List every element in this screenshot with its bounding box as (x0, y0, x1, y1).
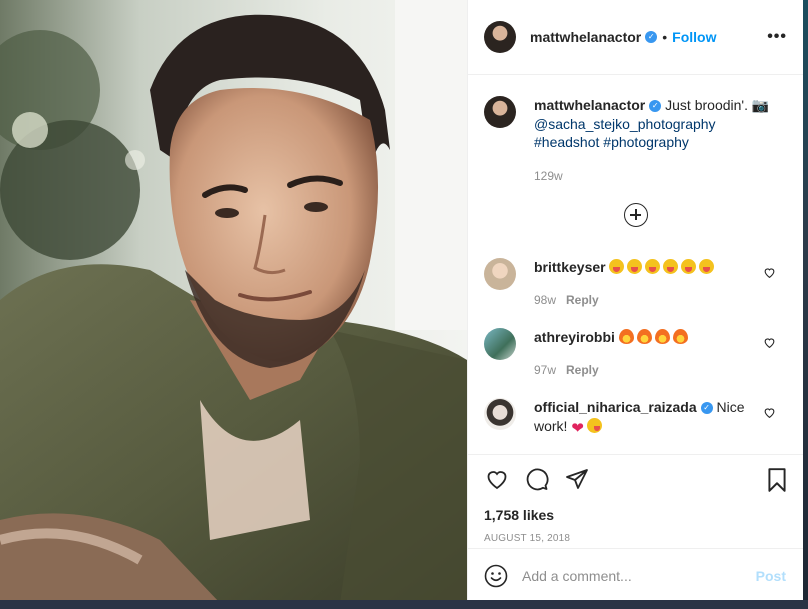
post-caption: mattwhelanactor ✓ Just broodin'. 📷 @sacha… (468, 76, 804, 185)
portrait-image (0, 0, 467, 603)
fire-emoji (618, 329, 634, 344)
tongue-emoji (609, 259, 625, 274)
post-header: mattwhelanactor ✓ • Follow ••• (468, 0, 803, 75)
post-comment-button[interactable]: Post (756, 568, 786, 584)
comment-item: brittkeyser 98w Reply (468, 258, 804, 309)
post-date[interactable]: AUGUST 15, 2018 (484, 533, 788, 544)
background-backdrop-edge (803, 0, 808, 609)
comment-like-heart-icon[interactable] (763, 266, 776, 279)
tongue-emoji (699, 259, 715, 274)
verified-badge-icon: ✓ (649, 100, 662, 113)
caption-mention-link[interactable]: @sacha_stejko_photography (534, 116, 716, 132)
wink-emoji (586, 417, 602, 433)
caption-age[interactable]: 129w (534, 167, 769, 186)
comment-age[interactable]: 97w (534, 363, 556, 377)
comment-text: work! (534, 417, 568, 434)
plus-circle-icon[interactable] (624, 203, 648, 227)
more-options-icon[interactable]: ••• (767, 28, 787, 46)
tongue-emoji (663, 259, 679, 274)
instagram-post-modal: mattwhelanactor ✓ • Follow ••• mattwhela… (0, 0, 808, 609)
fire-emoji (672, 329, 688, 344)
action-icons (484, 465, 788, 495)
comments-list[interactable]: mattwhelanactor ✓ Just broodin'. 📷 @sacha… (468, 76, 804, 454)
background-backdrop-bottom (0, 600, 808, 609)
comment-item: official_niharica_raizada ✓ Nice work! ❤ (468, 398, 804, 436)
caption-hashtags[interactable]: #headshot #photography (534, 134, 689, 150)
tongue-emoji (681, 259, 697, 274)
emoji-icon[interactable] (484, 564, 508, 588)
reply-button[interactable]: Reply (566, 363, 599, 377)
caption-username[interactable]: mattwhelanactor (534, 97, 645, 113)
add-comment-bar: Post (468, 548, 804, 603)
comment-body: brittkeyser 98w Reply (534, 258, 764, 309)
post-actions: 1,758 likes AUGUST 15, 2018 (468, 454, 804, 544)
caption-body: mattwhelanactor ✓ Just broodin'. 📷 @sacha… (534, 96, 769, 185)
comment-body: athreyirobbi 97w Reply (534, 328, 764, 379)
comment-username[interactable]: brittkeyser (534, 259, 606, 275)
tongue-emoji (645, 259, 661, 274)
comment-input[interactable] (522, 568, 752, 584)
tongue-emoji (627, 259, 643, 274)
comment-item: athreyirobbi 97w Reply (468, 328, 804, 379)
fire-emoji (654, 329, 670, 344)
commenter-avatar[interactable] (484, 398, 516, 430)
likes-count[interactable]: 1,758 likes (484, 507, 788, 523)
comment-like-heart-icon[interactable] (763, 406, 776, 419)
post-photo[interactable] (0, 0, 467, 603)
reply-button[interactable]: Reply (566, 293, 599, 307)
comment-text: Nice (716, 399, 745, 415)
commenter-avatar[interactable] (484, 328, 516, 360)
caption-author-avatar[interactable] (484, 96, 516, 128)
comment-like-heart-icon[interactable] (763, 336, 776, 349)
caption-text: Just broodin'. (665, 97, 748, 113)
separator-dot: • (662, 29, 668, 45)
comment-meta: 98w Reply (534, 291, 764, 310)
comment-body: official_niharica_raizada ✓ Nice work! ❤ (534, 398, 764, 436)
post-details-panel: mattwhelanactor ✓ • Follow ••• mattwhela… (467, 0, 804, 603)
share-icon[interactable] (564, 467, 590, 491)
comment-username[interactable]: official_niharica_raizada (534, 399, 697, 415)
comment-icon[interactable] (524, 467, 550, 491)
comment-meta: 97w Reply (534, 361, 764, 380)
author-avatar[interactable] (484, 21, 516, 53)
red-heart-emoji: ❤ (571, 419, 584, 437)
commenter-avatar[interactable] (484, 258, 516, 290)
comment-age[interactable]: 98w (534, 293, 556, 307)
heart-icon[interactable] (484, 467, 510, 491)
verified-badge-icon: ✓ (645, 31, 658, 43)
follow-button[interactable]: Follow (672, 29, 716, 45)
camera-emoji: 📷 (751, 97, 770, 113)
author-username[interactable]: mattwhelanactor (530, 29, 641, 45)
fire-emoji (636, 329, 652, 344)
verified-badge-icon: ✓ (700, 402, 713, 415)
comment-username[interactable]: athreyirobbi (534, 329, 615, 345)
bookmark-icon[interactable] (766, 467, 788, 493)
